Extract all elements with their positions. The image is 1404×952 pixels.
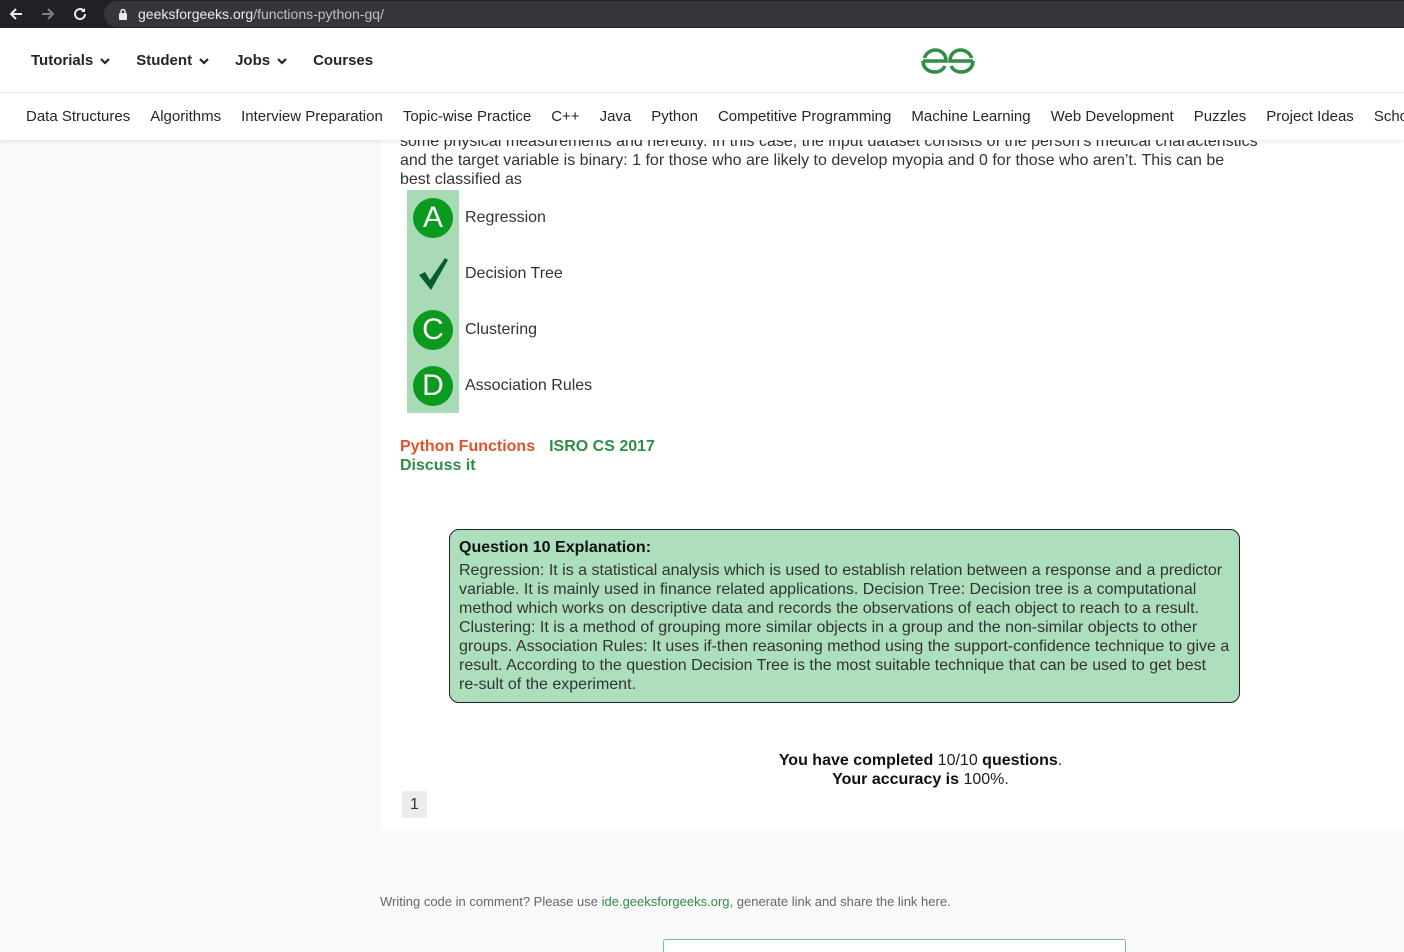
tag-exam-link[interactable]: ISRO CS 2017 <box>549 438 655 455</box>
accuracy-line: Your accuracy is 100%. <box>832 771 1009 788</box>
checkmark-icon <box>419 258 448 290</box>
option-badge: A <box>407 190 459 246</box>
topic-nav-item[interactable]: Competitive Programming <box>718 108 891 125</box>
discuss-link[interactable]: Discuss it <box>400 456 655 475</box>
topic-nav-item[interactable]: Interview Preparation <box>241 108 383 125</box>
explanation-body: Regression: It is a statistical analysis… <box>459 562 1230 693</box>
question-line: some physical measurements and heredity.… <box>400 140 1258 150</box>
comment-note-prefix: Writing code in comment? Please use <box>380 894 598 909</box>
accuracy-prefix: Your accuracy is <box>832 771 960 788</box>
explanation-box: Question 10 Explanation: Regression: It … <box>449 529 1240 703</box>
question-tags: Python Functions ISRO CS 2017 Discuss it <box>400 437 655 475</box>
option-label: Association Rules <box>465 377 593 394</box>
quiz-content: some physical measurements and heredity.… <box>381 140 1404 829</box>
accuracy-value: 100% <box>963 771 1005 788</box>
option-b[interactable]: Decision Tree <box>407 246 807 302</box>
topic-nav-item[interactable]: Scho <box>1374 108 1404 125</box>
ide-link[interactable]: ide.geeksforgeeks.org <box>602 894 730 909</box>
completed-suffix: questions <box>982 752 1058 769</box>
top-nav: Tutorials Student Jobs Courses <box>31 28 398 93</box>
top-nav-student[interactable]: Student <box>136 52 210 69</box>
lock-icon <box>116 7 130 21</box>
top-nav-label: Student <box>136 52 193 69</box>
comment-box[interactable] <box>663 939 1126 952</box>
question-text: some physical measurements and heredity.… <box>400 140 1280 189</box>
quiz-result: You have completed 10/10 questions. Your… <box>381 751 1404 789</box>
url-text: geeksforgeeks.org/functions-python-gq/ <box>138 6 384 22</box>
top-nav-courses[interactable]: Courses <box>313 52 373 69</box>
reload-icon[interactable] <box>64 0 96 28</box>
option-letter: D <box>413 366 453 406</box>
option-label: Regression <box>465 209 546 226</box>
topic-nav-item[interactable]: Machine Learning <box>911 108 1030 125</box>
url-host: geeksforgeeks.org <box>138 6 254 22</box>
forward-icon[interactable] <box>32 0 64 28</box>
comment-note-suffix: , generate link and share the link here. <box>729 894 951 909</box>
back-icon[interactable] <box>0 0 32 28</box>
top-nav-jobs[interactable]: Jobs <box>235 52 288 69</box>
chevron-down-icon <box>277 57 287 65</box>
question-line: best classified as <box>400 171 522 188</box>
option-badge: C <box>407 302 459 358</box>
top-nav-label: Courses <box>313 52 374 69</box>
url-path: /functions-python-gq/ <box>253 6 384 22</box>
topic-nav-item[interactable]: Python <box>651 108 698 125</box>
option-c[interactable]: C Clustering <box>407 302 807 358</box>
address-bar[interactable]: geeksforgeeks.org/functions-python-gq/ <box>104 1 1404 27</box>
topic-nav-item[interactable]: Data Structures <box>26 108 130 125</box>
topic-nav-item[interactable]: Algorithms <box>150 108 221 125</box>
option-badge: D <box>407 358 459 414</box>
option-label: Clustering <box>465 321 538 338</box>
chevron-down-icon <box>199 57 209 65</box>
completed-value: 10/10 <box>937 752 978 769</box>
topic-nav-item[interactable]: Web Development <box>1051 108 1174 125</box>
question-line: and the target variable is binary: 1 for… <box>400 152 1225 169</box>
topic-nav-item[interactable]: C++ <box>551 108 579 125</box>
topic-nav-item[interactable]: Topic-wise Practice <box>403 108 531 125</box>
topic-nav-item[interactable]: Puzzles <box>1194 108 1247 125</box>
browser-toolbar: geeksforgeeks.org/functions-python-gq/ <box>0 0 1404 28</box>
explanation-title: Question 10 Explanation: <box>459 539 652 556</box>
topic-nav: Data Structures Algorithms Interview Pre… <box>0 93 1404 140</box>
site-header: Tutorials Student Jobs Courses <box>0 28 1404 93</box>
topic-nav-item[interactable]: Java <box>600 108 632 125</box>
gfg-logo[interactable] <box>919 46 977 76</box>
tag-topic-link[interactable]: Python Functions <box>400 438 535 455</box>
top-nav-tutorials[interactable]: Tutorials <box>31 52 111 69</box>
completed-line: You have completed 10/10 questions. <box>778 752 1063 769</box>
chevron-down-icon <box>100 57 111 65</box>
option-badge <box>407 246 459 302</box>
comment-note: Writing code in comment? Please use ide.… <box>380 894 951 909</box>
top-nav-label: Jobs <box>235 52 271 69</box>
option-letter: A <box>413 198 453 238</box>
option-d[interactable]: D Association Rules <box>407 358 807 414</box>
option-label: Decision Tree <box>465 265 563 282</box>
topic-nav-item[interactable]: Project Ideas <box>1266 108 1354 125</box>
completed-prefix: You have completed <box>778 752 934 769</box>
option-letter: C <box>413 310 453 350</box>
page-button[interactable]: 1 <box>402 791 427 818</box>
option-a[interactable]: A Regression <box>407 190 807 246</box>
top-nav-label: Tutorials <box>31 52 94 69</box>
